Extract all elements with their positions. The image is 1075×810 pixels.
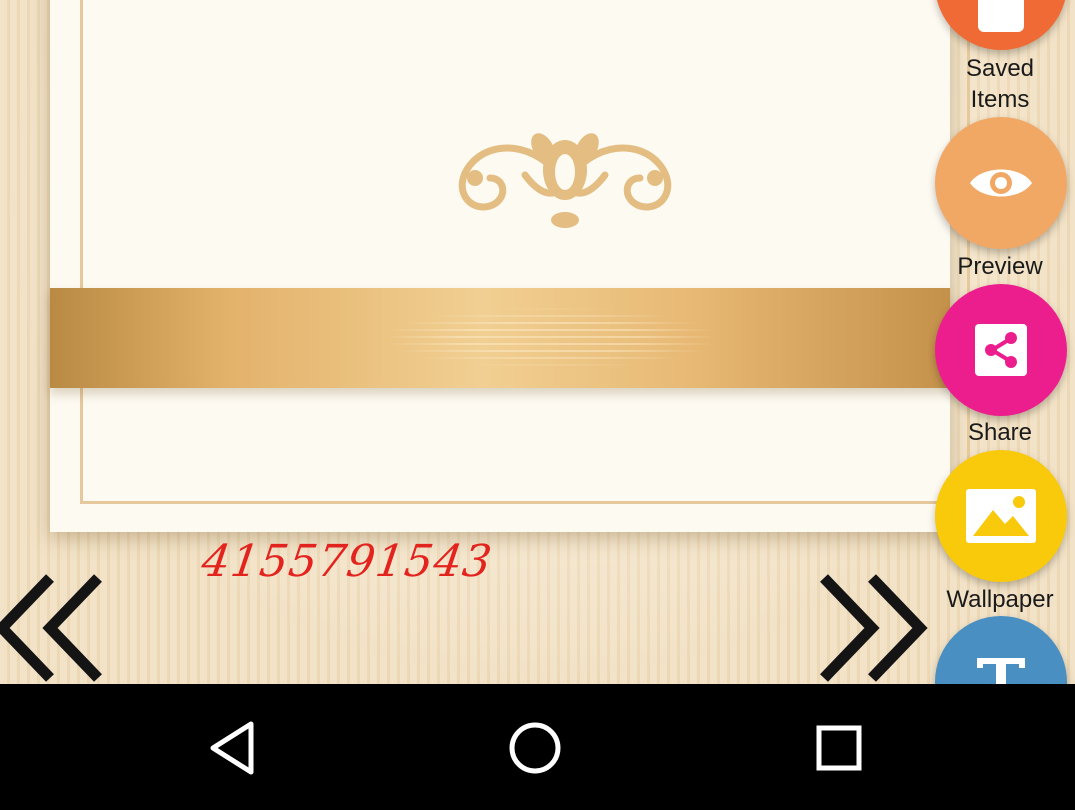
back-button[interactable] (196, 712, 268, 784)
wallpaper-button[interactable] (935, 450, 1067, 582)
ribbon-sheen (390, 308, 710, 368)
greeting-card-canvas: 4155791543 Saved Items Preview Share Wal… (0, 0, 1075, 684)
wallpaper-label: Wallpaper (946, 586, 1054, 613)
recents-square-icon (816, 725, 862, 771)
preview-button[interactable] (935, 117, 1067, 249)
android-navigation-bar (0, 684, 1075, 810)
eye-icon (970, 169, 1032, 197)
recents-button[interactable] (803, 712, 875, 784)
text-icon (977, 658, 1025, 684)
gold-ribbon (50, 288, 950, 388)
double-chevron-right-icon[interactable] (812, 570, 932, 684)
home-circle-icon (509, 722, 561, 774)
flourish-ornament (458, 133, 672, 228)
double-chevron-left-icon[interactable] (0, 570, 112, 684)
home-button[interactable] (499, 712, 571, 784)
invitation-card (50, 0, 970, 532)
preview-label: Preview (957, 253, 1043, 280)
image-icon (966, 489, 1036, 543)
phone-number-text[interactable]: 4155791543 (198, 536, 495, 587)
text-button[interactable] (935, 616, 1067, 684)
card-border (80, 0, 970, 504)
saved-items-button[interactable] (935, 0, 1067, 50)
tool-sidebar: Saved Items Preview Share Wallpaper (925, 0, 1075, 684)
share-label: Share (967, 419, 1033, 446)
saved-items-label: Saved Items (965, 55, 1035, 113)
back-triangle-icon (210, 721, 254, 775)
share-icon (975, 324, 1027, 376)
share-button[interactable] (935, 284, 1067, 416)
save-icon (978, 0, 1024, 32)
